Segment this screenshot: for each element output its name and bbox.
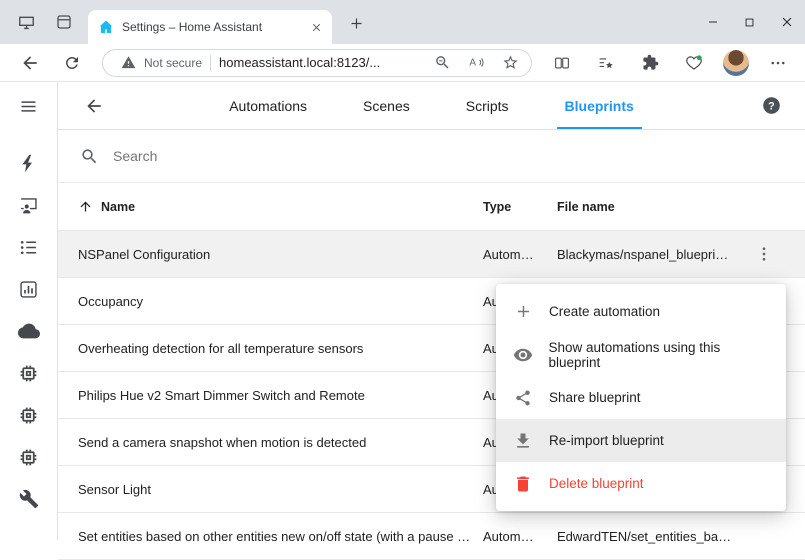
split-screen-icon[interactable] [547,48,577,78]
trash-icon [512,473,534,495]
browser-toolbar: Not secure homeassistant.local:8123/... … [0,44,805,82]
column-file-name[interactable]: File name [557,200,743,214]
close-button[interactable] [768,0,805,44]
row-name: Send a camera snapshot when motion is de… [78,435,483,450]
tab-actions-icon[interactable] [48,6,80,38]
browser-window: Settings – Home Assistant [0,0,805,540]
sidebar-items [5,142,53,520]
menu-item-delete-blueprint[interactable]: Delete blueprint [496,462,786,505]
sidebar-chart-icon[interactable] [5,268,53,310]
extensions-icon[interactable] [635,48,665,78]
ha-back-icon[interactable] [74,86,114,126]
tabstrip-left-icons [0,0,80,44]
search-icon [80,147,99,166]
tab-automations[interactable]: Automations [213,82,323,129]
address-bar[interactable]: Not secure homeassistant.local:8123/... … [102,49,532,77]
row-name: NSPanel Configuration [78,247,483,262]
ha-sidebar [0,82,58,540]
download-icon [512,430,534,452]
svg-text:A: A [469,58,476,69]
table-header: Name Type File name [58,183,805,231]
column-type[interactable]: Type [483,200,557,214]
ha-nav-tabs: Automations Scenes Scripts Blueprints [58,82,805,129]
share-icon [512,387,534,409]
browser-menu-icon[interactable] [763,48,793,78]
search-input[interactable] [113,148,783,164]
row-name: Occupancy [78,294,483,309]
browser-tab[interactable]: Settings – Home Assistant [88,10,332,44]
read-aloud-icon[interactable]: A [463,51,489,75]
sidebar-chip-icon[interactable] [5,394,53,436]
sidebar-chip-icon[interactable] [5,436,53,478]
window-controls [694,0,805,44]
sidebar-wrench-icon[interactable] [5,478,53,520]
browser-essentials-icon[interactable] [679,48,709,78]
favorite-star-icon[interactable] [497,51,523,75]
toolbar-right-icons [547,48,793,78]
help-icon[interactable]: ? [753,88,789,124]
hamburger-menu-icon[interactable] [5,84,53,128]
sort-ascending-icon[interactable] [78,199,93,214]
column-name[interactable]: Name [101,200,135,214]
plus-icon [512,301,534,323]
row-name: Sensor Light [78,482,483,497]
home-assistant-favicon-icon [98,19,114,35]
row-file: EdwardTEN/set_entities_bas… [557,529,743,544]
profile-avatar[interactable] [723,50,749,76]
minimize-button[interactable] [694,0,731,44]
maximize-button[interactable] [731,0,768,44]
security-label[interactable]: Not secure [144,56,202,70]
menu-item-reimport-blueprint[interactable]: Re-import blueprint [496,419,786,462]
row-type: Autom… [483,529,557,544]
svg-text:?: ? [768,100,775,112]
blueprint-context-menu: Create automation Show automations using… [496,284,786,511]
row-name: Overheating detection for all temperatur… [78,341,483,356]
ha-header: Automations Scenes Scripts Blueprints ? [58,82,805,130]
row-file: Blackymas/nspanel_blueprin… [557,247,743,262]
sidebar-presentation-icon[interactable] [5,184,53,226]
sidebar-cloud-icon[interactable] [5,310,53,352]
sidebar-chip-icon[interactable] [5,352,53,394]
sidebar-lightning-icon[interactable] [5,142,53,184]
table-row[interactable]: NSPanel Configuration Autom… Blackymas/n… [58,231,805,278]
refresh-icon[interactable] [54,46,90,80]
eye-icon [512,344,533,366]
favorites-icon[interactable] [591,48,621,78]
url-text[interactable]: homeassistant.local:8123/... [219,55,421,70]
zoom-out-icon[interactable] [429,51,455,75]
tab-close-icon[interactable] [306,17,326,37]
not-secure-warning-icon[interactable] [121,55,136,70]
tab-title: Settings – Home Assistant [122,20,298,34]
search-bar [58,130,805,183]
tab-scripts[interactable]: Scripts [450,82,525,129]
table-row[interactable]: Set entities based on other entities new… [58,513,805,560]
browser-tabstrip: Settings – Home Assistant [0,0,805,44]
tab-blueprints[interactable]: Blueprints [549,82,650,129]
urlbar-divider [210,55,211,71]
home-assistant-app: Automations Scenes Scripts Blueprints ? [0,82,805,540]
sidebar-todo-list-icon[interactable] [5,226,53,268]
workspace-monitor-icon[interactable] [10,6,42,38]
row-overflow-menu-icon[interactable] [746,236,782,272]
tab-scenes[interactable]: Scenes [347,82,426,129]
back-icon[interactable] [12,46,48,80]
menu-item-share-blueprint[interactable]: Share blueprint [496,376,786,419]
menu-item-create-automation[interactable]: Create automation [496,290,786,333]
new-tab-button[interactable] [342,9,370,37]
row-type: Autom… [483,247,557,262]
menu-item-show-automations[interactable]: Show automations using this blueprint [496,333,786,376]
row-name: Philips Hue v2 Smart Dimmer Switch and R… [78,388,483,403]
row-name: Set entities based on other entities new… [78,529,483,544]
